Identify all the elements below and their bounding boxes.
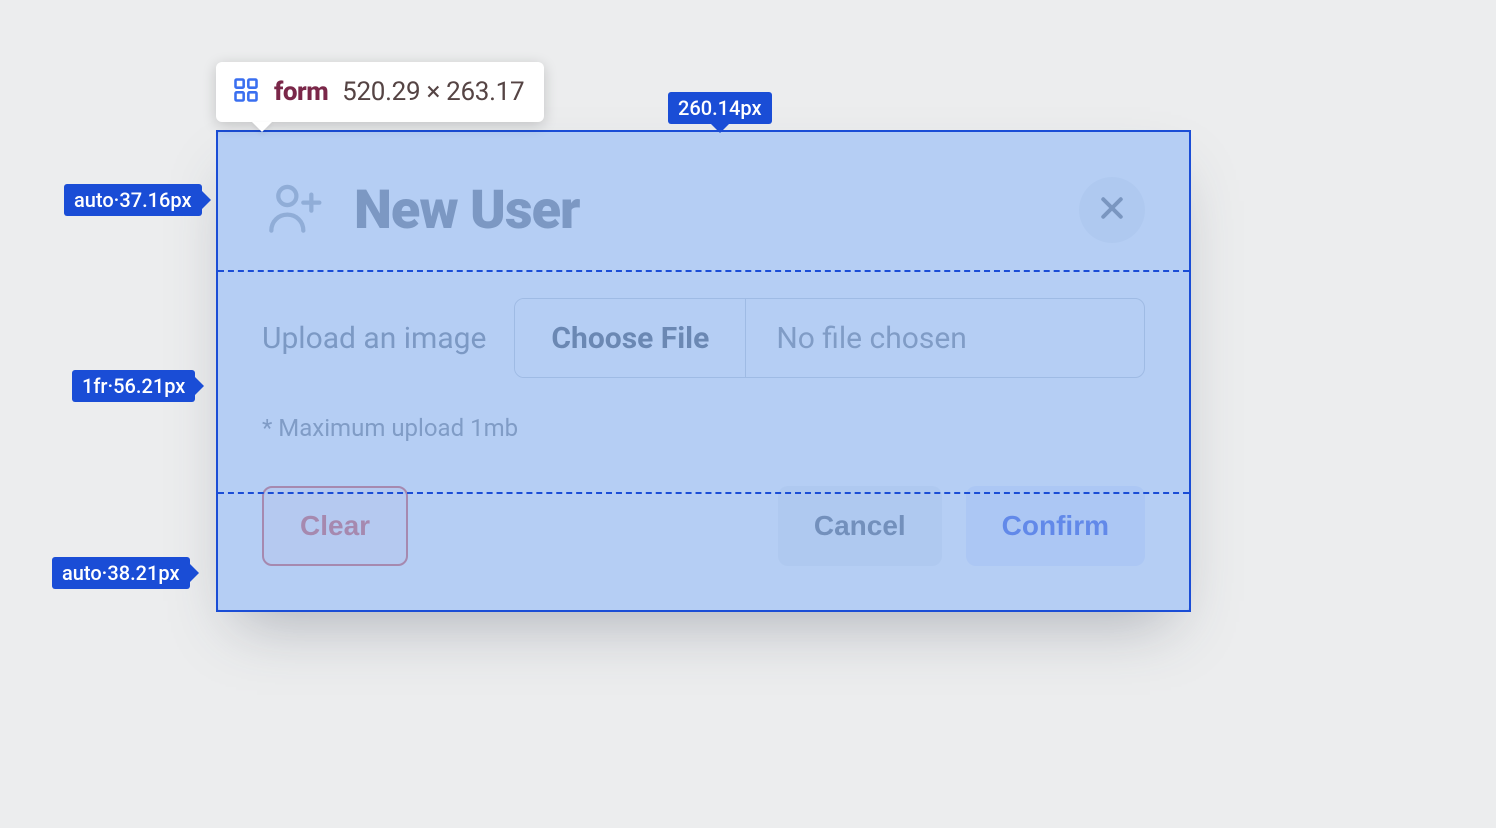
upload-label: Upload an image <box>262 321 486 356</box>
choose-file-button[interactable]: Choose File <box>515 299 746 377</box>
close-button[interactable] <box>1079 177 1145 243</box>
modal-card: New User Upload an image Choose File No … <box>216 130 1191 612</box>
user-plus-icon <box>262 176 326 244</box>
grid-row-badge-3: auto·38.21px <box>52 557 190 589</box>
tooltip-dimensions: 520.29 × 263.17 <box>342 77 524 107</box>
file-input[interactable]: Choose File No file chosen <box>514 298 1145 378</box>
confirm-button[interactable]: Confirm <box>966 486 1145 566</box>
grid-column-badge: 260.14px <box>668 92 772 124</box>
cancel-button[interactable]: Cancel <box>778 486 942 566</box>
grid-icon <box>232 76 260 108</box>
modal-header: New User <box>262 176 1145 244</box>
grid-row-badge-2: 1fr·56.21px <box>72 370 195 402</box>
file-status-text: No file chosen <box>746 299 1144 377</box>
tooltip-tagname: form <box>274 77 328 107</box>
clear-button[interactable]: Clear <box>262 486 408 566</box>
modal-title: New User <box>354 179 579 242</box>
modal-body: Upload an image Choose File No file chos… <box>262 284 1145 442</box>
close-icon <box>1097 193 1127 227</box>
grid-row-badge-1: auto·37.16px <box>64 184 202 216</box>
upload-hint: * Maximum upload 1mb <box>262 414 1145 442</box>
modal-footer: Clear Cancel Confirm <box>262 482 1145 566</box>
upload-row: Upload an image Choose File No file chos… <box>262 298 1145 378</box>
devtools-element-tooltip: form 520.29 × 263.17 <box>216 62 544 122</box>
